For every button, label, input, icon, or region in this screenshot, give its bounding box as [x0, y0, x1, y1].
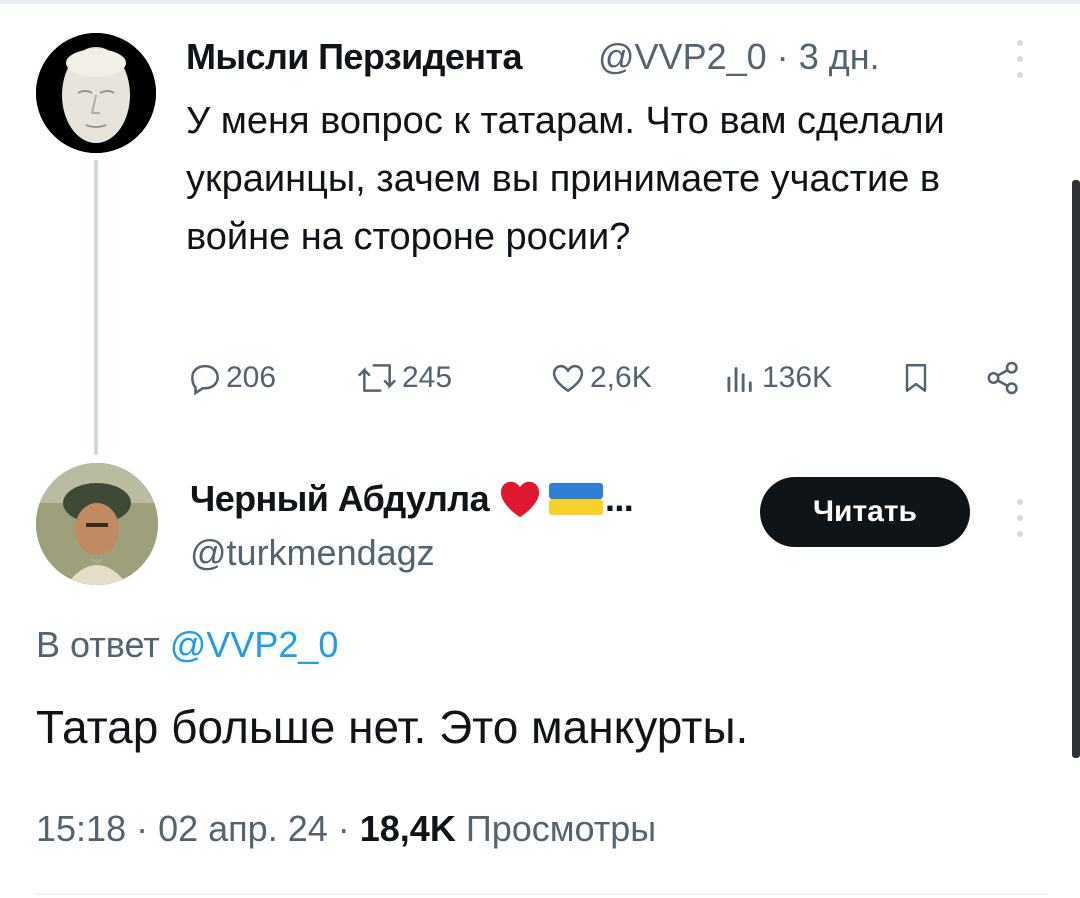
views-count: 136K: [762, 361, 833, 394]
author-name[interactable]: Мысли Перзидента: [186, 36, 522, 78]
share-button[interactable]: [984, 350, 1022, 406]
views-button[interactable]: 136K: [720, 350, 832, 406]
share-icon: [987, 361, 1018, 395]
footer-separator: ·: [337, 808, 360, 849]
reply-prefix: В ответ: [36, 624, 160, 665]
author-handle[interactable]: @VVP2_0: [598, 36, 767, 77]
top-divider: [0, 0, 1080, 4]
bookmark-icon: [905, 364, 927, 392]
views-total: 18,4K: [359, 808, 456, 849]
repost-icon: [358, 364, 396, 392]
scrollbar[interactable]: [1072, 180, 1080, 758]
tweet-meta: @VVP2_0 · 3 дн.: [598, 36, 880, 78]
more-options-icon[interactable]: [1010, 495, 1030, 541]
views-icon: [727, 367, 752, 393]
thread-line: [94, 160, 98, 455]
avatar[interactable]: [36, 33, 156, 153]
reply-author-name[interactable]: Черный Абдулла ...: [190, 478, 634, 520]
reply-context: В ответ @VVP2_0: [36, 624, 338, 666]
heart-icon: [552, 364, 584, 393]
like-button[interactable]: 2,6K: [548, 350, 652, 406]
name-ellipsis: ...: [605, 478, 634, 519]
repost-count: 245: [402, 361, 453, 394]
reply-time[interactable]: 15:18: [36, 808, 126, 849]
meta-separator: ·: [776, 36, 789, 77]
bottom-divider: [36, 893, 1048, 895]
reply-icon: [191, 364, 219, 396]
tweet-time[interactable]: 3 дн.: [799, 36, 880, 77]
repost-button[interactable]: 245: [354, 350, 452, 406]
author-name[interactable]: Черный Абдулла: [190, 478, 490, 520]
tweet-footer: 15:18 · 02 апр. 24 · 18,4K Просмотры: [36, 808, 656, 850]
reply-to-link[interactable]: @VVP2_0: [170, 624, 339, 665]
tweet-text: У меня вопрос к татарам. Что вам сделали…: [186, 100, 945, 258]
ukraine-flag-icon: [549, 483, 603, 515]
red-heart-icon: [500, 481, 540, 518]
like-count: 2,6K: [590, 361, 652, 394]
views-label: Просмотры: [465, 808, 657, 849]
follow-button[interactable]: Читать: [760, 477, 970, 547]
reply-author-handle[interactable]: @turkmendagz: [190, 532, 435, 574]
footer-separator: ·: [136, 808, 159, 849]
tweet-actions: 206 245 2,6K 136K: [186, 350, 1026, 406]
reply-button[interactable]: 206: [186, 350, 276, 406]
avatar[interactable]: [36, 463, 158, 585]
bookmark-button[interactable]: [898, 350, 934, 406]
reply-count: 206: [226, 361, 277, 394]
reply-date[interactable]: 02 апр. 24: [158, 808, 328, 849]
reply-text: Татар больше нет. Это манкурты.: [36, 701, 749, 753]
more-options-icon[interactable]: [1010, 36, 1030, 82]
